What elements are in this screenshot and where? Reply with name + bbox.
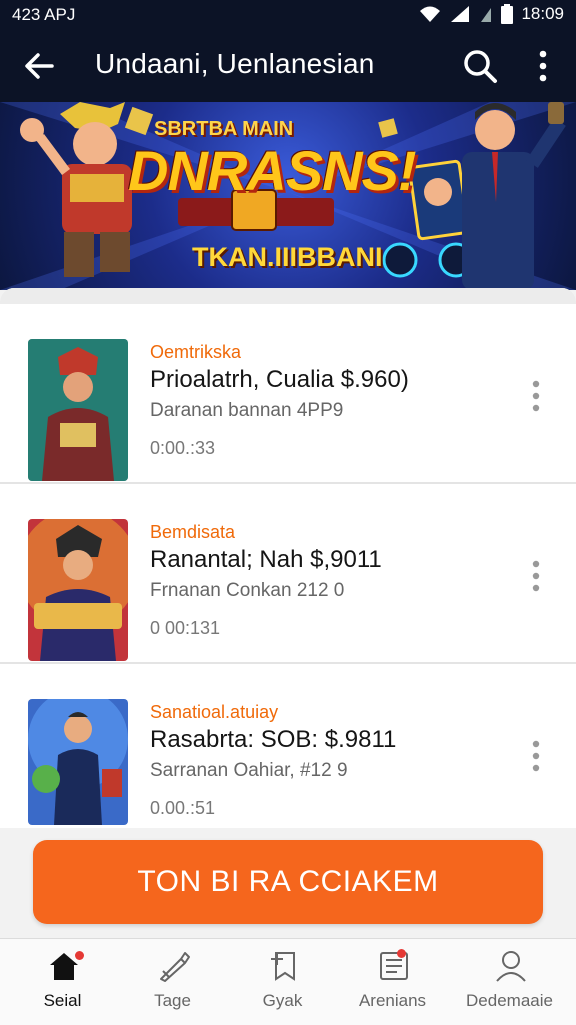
status-bar: 423 APJ 18:09 <box>0 0 576 30</box>
primary-cta-button[interactable]: TON BI RA CCIAKEM <box>33 840 543 924</box>
hero-character-right <box>462 102 566 290</box>
back-arrow-icon[interactable] <box>22 46 62 86</box>
search-icon[interactable] <box>460 46 500 86</box>
item-category: Oemtrikska <box>150 342 242 362</box>
status-icons: 18:09 <box>419 4 564 24</box>
item-thumbnail <box>28 339 128 481</box>
item-subtitle: Daranan bannan 4PP9 <box>150 400 344 421</box>
item-duration: 0 00:131 <box>150 618 221 638</box>
signal-icon-secondary <box>481 8 492 22</box>
more-vert-icon[interactable] <box>528 46 558 86</box>
bottom-nav: Seial Tage Gyak Arenians Dedemaaie <box>0 938 576 1025</box>
item-title: Ranantal; Nah $,9011 <box>150 546 382 573</box>
item-thumbnail <box>28 519 128 661</box>
item-more-icon[interactable] <box>524 736 548 776</box>
nav-label: Dedemaaie <box>466 991 553 1010</box>
page-title: Undaani, Uenlanesian <box>95 48 375 79</box>
notification-dot <box>397 949 406 958</box>
battery-icon <box>501 4 514 24</box>
nav-item-home[interactable]: Seial <box>5 939 120 1025</box>
nav-label: Arenians <box>358 991 427 1010</box>
app-bar: Undaani, Uenlanesian <box>0 30 576 102</box>
item-category: Bemdisata <box>150 522 236 542</box>
tag-pen-icon <box>160 952 190 982</box>
banner-headline: DNRASNS! <box>128 139 417 202</box>
list-item[interactable]: Bemdisata Ranantal; Nah $,9011 Frnanan C… <box>0 484 576 664</box>
list-top-strip <box>0 288 576 304</box>
list-item[interactable]: Oemtrikska Prioalatrh, Cualia $.960) Dar… <box>0 304 576 484</box>
notification-dot <box>75 951 84 960</box>
nav-item-bookmarks[interactable]: Gyak <box>225 939 340 1025</box>
bookmark-edit-icon <box>271 952 295 981</box>
item-duration: 0.00.:51 <box>150 798 216 818</box>
nav-item-documents[interactable]: Arenians <box>335 939 450 1025</box>
item-subtitle: Sarranan Oahiar, #12 9 <box>150 760 348 781</box>
banner-tagline: TKAN.IIIBBANI <box>192 242 383 272</box>
item-list: Oemtrikska Prioalatrh, Cualia $.960) Dar… <box>0 288 576 828</box>
nav-label: Tage <box>154 991 191 1010</box>
list-item[interactable]: Sanatioal.atuiay Rasabrta: SOB: $.9811 S… <box>0 664 576 844</box>
item-title: Rasabrta: SOB: $.9811 <box>150 726 397 753</box>
person-icon <box>496 951 526 982</box>
item-more-icon[interactable] <box>524 556 548 596</box>
nav-item-tags[interactable]: Tage <box>115 939 230 1025</box>
promo-banner[interactable]: SBRTBA MAIN DNRASNS! TKAN.IIIBBANI <box>0 102 576 290</box>
item-more-icon[interactable] <box>524 376 548 416</box>
item-duration: 0:00.:33 <box>150 438 216 458</box>
status-time: 423 APJ <box>12 5 76 24</box>
item-subtitle: Frnanan Conkan 212 0 <box>150 580 345 601</box>
item-category: Sanatioal.atuiay <box>150 702 279 722</box>
nav-item-profile[interactable]: Dedemaaie <box>452 939 567 1025</box>
nav-label: Seial <box>43 991 82 1010</box>
signal-icon <box>451 6 470 22</box>
nav-label: Gyak <box>262 991 303 1010</box>
item-title: Prioalatrh, Cualia $.960) <box>150 366 409 393</box>
item-thumbnail <box>28 699 128 825</box>
status-clock: 18:09 <box>521 4 564 23</box>
wifi-icon <box>420 6 441 22</box>
